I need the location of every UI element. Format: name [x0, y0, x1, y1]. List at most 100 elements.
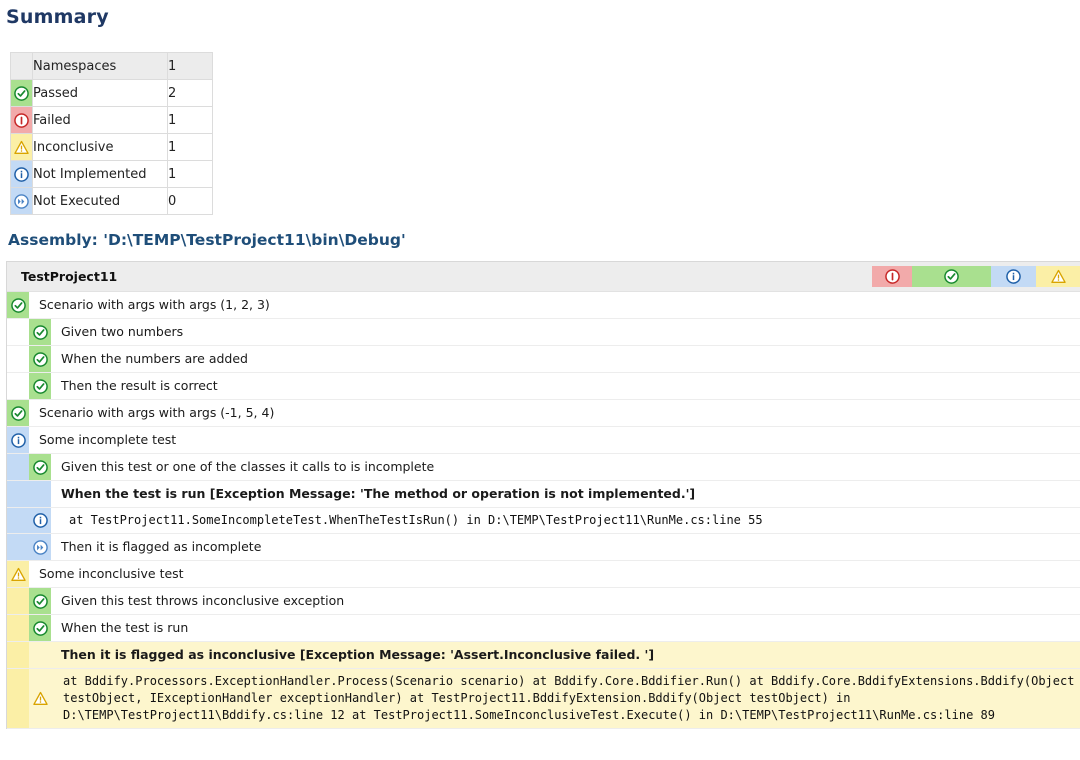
summary-row-icon-cell	[10, 187, 33, 215]
test-result-row[interactable]: at Bddify.Processors.ExceptionHandler.Pr…	[7, 669, 1080, 729]
summary-row-label: Failed	[32, 106, 168, 134]
row-indent	[7, 588, 29, 614]
summary-row-label: Passed	[32, 79, 168, 107]
row-indent	[7, 669, 29, 728]
test-result-list: Scenario with args with args (1, 2, 3) Gi…	[7, 292, 1080, 729]
test-result-row[interactable]: Given this test or one of the classes it…	[7, 454, 1080, 481]
row-indent	[7, 508, 29, 533]
summary-row-value: 1	[167, 52, 213, 80]
test-result-row[interactable]: Scenario with args with args (1, 2, 3)	[7, 292, 1080, 319]
test-result-row[interactable]: When the numbers are added	[7, 346, 1080, 373]
filter-inconclusive[interactable]	[1036, 266, 1080, 287]
info-circle-icon	[14, 166, 29, 182]
summary-row-label: Namespaces	[32, 52, 168, 80]
test-result-row[interactable]: Some incomplete test	[7, 427, 1080, 454]
row-status-bar	[29, 534, 51, 560]
summary-row-icon-cell	[10, 79, 33, 107]
check-circle-icon	[944, 269, 959, 284]
row-label: When the numbers are added	[61, 351, 248, 366]
row-label: When the test is run [Exception Message:…	[61, 486, 696, 501]
summary-row-icon-cell	[10, 160, 33, 188]
row-label: Then it is flagged as inconclusive [Exce…	[51, 642, 1080, 668]
row-indent	[7, 373, 29, 399]
report-page: Summary Namespaces 1 Passed 2 Failed 1 Inconcl…	[0, 0, 1080, 760]
row-status-bar	[29, 642, 51, 668]
test-result-row[interactable]: at TestProject11.SomeIncompleteTest.When…	[7, 508, 1080, 534]
test-result-row[interactable]: Then it is flagged as incomplete	[7, 534, 1080, 561]
row-status-bar	[7, 427, 29, 453]
assembly-title: Assembly: 'D:\TEMP\TestProject11\bin\Deb…	[8, 231, 406, 249]
summary-row-label: Not Implemented	[32, 160, 168, 188]
check-circle-icon	[32, 324, 48, 340]
summary-row-icon-cell	[10, 106, 33, 134]
skip-circle-icon	[14, 193, 29, 209]
test-result-row[interactable]: When the test is run [Exception Message:…	[7, 481, 1080, 508]
project-name: TestProject11	[21, 269, 118, 284]
assembly-section: Assembly: 'D:\TEMP\TestProject11\bin\Deb…	[0, 215, 1080, 729]
test-result-row[interactable]: Given this test throws inconclusive exce…	[7, 588, 1080, 615]
warning-triangle-icon	[1051, 269, 1066, 284]
row-label: Then it is flagged as incomplete	[61, 539, 262, 554]
row-label: Scenario with args with args (1, 2, 3)	[39, 297, 270, 312]
row-label: When the test is run	[61, 620, 189, 635]
row-indent	[7, 534, 29, 560]
row-label: Some inconclusive test	[39, 566, 184, 581]
row-indent	[7, 454, 29, 480]
results-panel: TestProject11 Scenario with args with ar…	[6, 261, 1080, 729]
row-label: at Bddify.Processors.ExceptionHandler.Pr…	[51, 669, 1080, 728]
summary-row: Failed 1	[10, 106, 213, 134]
row-label: Scenario with args with args (-1, 5, 4)	[39, 405, 275, 420]
summary-section: Namespaces 1 Passed 2 Failed 1 Inconclusive 1 No…	[0, 28, 1080, 215]
summary-row-label: Inconclusive	[32, 133, 168, 161]
row-indent	[7, 346, 29, 372]
filter-failed[interactable]	[872, 266, 912, 287]
warning-triangle-icon	[32, 691, 48, 706]
summary-row: Passed 2	[10, 79, 213, 107]
summary-row-value: 0	[167, 187, 213, 215]
no-icon	[33, 648, 48, 663]
check-circle-icon	[10, 297, 26, 313]
row-label: Given two numbers	[61, 324, 184, 339]
info-circle-icon	[10, 432, 26, 448]
test-result-row[interactable]: Then the result is correct	[7, 373, 1080, 400]
info-circle-icon	[1006, 269, 1021, 284]
row-status-bar	[29, 454, 51, 480]
test-result-row[interactable]: Given two numbers	[7, 319, 1080, 346]
test-result-row[interactable]: Then it is flagged as inconclusive [Exce…	[7, 642, 1080, 669]
summary-row: Inconclusive 1	[10, 133, 213, 161]
row-status-bar	[7, 400, 29, 426]
row-indent	[7, 319, 29, 345]
error-circle-icon	[14, 112, 29, 128]
no-icon	[33, 487, 48, 502]
test-result-row[interactable]: Scenario with args with args (-1, 5, 4)	[7, 400, 1080, 427]
project-header: TestProject11	[7, 262, 1080, 292]
row-status-bar	[29, 615, 51, 641]
filter-button-group	[872, 266, 1080, 287]
check-circle-icon	[32, 620, 48, 636]
row-indent	[7, 642, 29, 668]
filter-passed[interactable]	[912, 266, 991, 287]
summary-row-icon-cell	[10, 133, 33, 161]
summary-row-value: 1	[167, 133, 213, 161]
row-label: Given this test throws inconclusive exce…	[61, 593, 345, 608]
summary-row: Not Executed 0	[10, 187, 213, 215]
summary-row-label: Not Executed	[32, 187, 168, 215]
row-label: Given this test or one of the classes it…	[61, 459, 435, 474]
check-circle-icon	[32, 593, 48, 609]
test-result-row[interactable]: Some inconclusive test	[7, 561, 1080, 588]
filter-not-implemented[interactable]	[991, 266, 1036, 287]
skip-circle-icon	[32, 539, 48, 555]
row-status-bar	[29, 373, 51, 399]
check-circle-icon	[32, 459, 48, 475]
row-status-bar	[29, 508, 51, 533]
summary-row: Namespaces 1	[10, 52, 213, 80]
row-label: Then the result is correct	[61, 378, 218, 393]
row-indent	[7, 615, 29, 641]
test-result-row[interactable]: When the test is run	[7, 615, 1080, 642]
warning-triangle-icon	[10, 567, 26, 582]
row-status-bar	[7, 292, 29, 318]
row-label: at TestProject11.SomeIncompleteTest.When…	[69, 513, 763, 527]
warning-triangle-icon	[14, 140, 29, 155]
row-status-bar	[29, 588, 51, 614]
row-status-bar	[29, 319, 51, 345]
